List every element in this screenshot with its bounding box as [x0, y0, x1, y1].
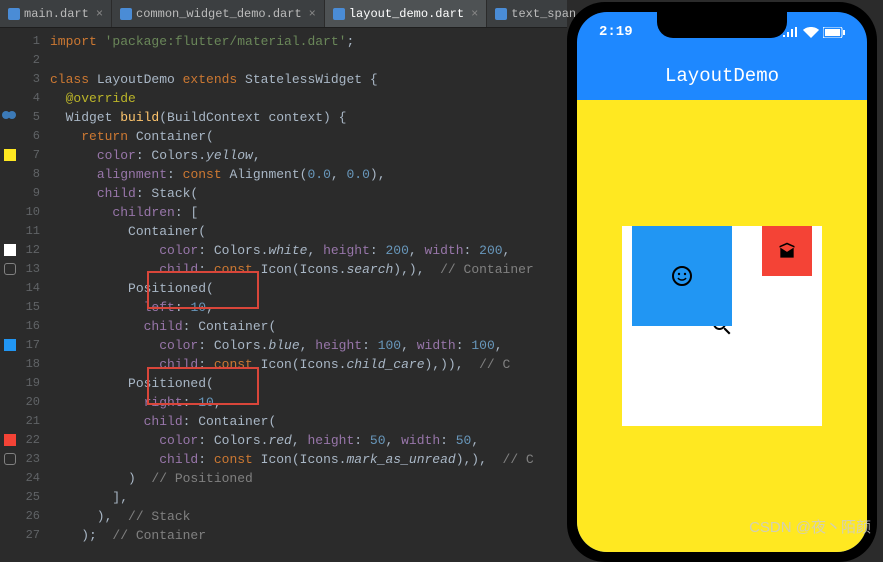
dart-file-icon — [8, 8, 20, 20]
line-gutter: 1234567891011121314151617181920212223242… — [0, 28, 50, 545]
phone-simulator: 2:19 LayoutDemo — [567, 2, 877, 562]
dart-file-icon — [120, 8, 132, 20]
close-icon[interactable]: × — [471, 7, 478, 21]
tab-common-widget[interactable]: common_widget_demo.dart × — [112, 0, 325, 27]
mark-as-unread-icon — [777, 241, 797, 261]
status-time: 2:19 — [599, 24, 633, 40]
tab-label: main.dart — [24, 7, 89, 21]
code-area: 1234567891011121314151617181920212223242… — [0, 28, 567, 545]
app-title: LayoutDemo — [665, 65, 779, 87]
app-bar: LayoutDemo — [577, 52, 867, 100]
tab-label: common_widget_demo.dart — [136, 7, 302, 21]
child-care-icon — [670, 264, 694, 288]
wifi-icon — [803, 27, 819, 38]
tab-label: layout_demo.dart — [349, 7, 464, 21]
app-body — [577, 100, 867, 552]
tab-main[interactable]: main.dart × — [0, 0, 112, 27]
code-editor[interactable]: import 'package:flutter/material.dart'; … — [50, 28, 567, 545]
tab-layout-demo[interactable]: layout_demo.dart × — [325, 0, 487, 27]
phone-notch — [657, 12, 787, 38]
editor-tabs: main.dart × common_widget_demo.dart × layo… — [0, 0, 567, 28]
red-container — [762, 226, 812, 276]
status-icons — [783, 27, 845, 38]
battery-icon — [823, 27, 845, 38]
close-icon[interactable]: × — [309, 7, 316, 21]
blue-container — [632, 226, 732, 326]
phone-screen: 2:19 LayoutDemo — [577, 12, 867, 552]
close-icon[interactable]: × — [96, 7, 103, 21]
ide-root: main.dart × common_widget_demo.dart × layo… — [0, 0, 883, 545]
stack-widget — [622, 226, 822, 426]
dart-file-icon — [495, 8, 507, 20]
highlight-box-1 — [147, 271, 259, 309]
highlight-box-2 — [147, 367, 259, 405]
watermark: CSDN @夜丶陌颜 — [749, 516, 871, 537]
editor-pane: main.dart × common_widget_demo.dart × layo… — [0, 0, 567, 545]
dart-file-icon — [333, 8, 345, 20]
